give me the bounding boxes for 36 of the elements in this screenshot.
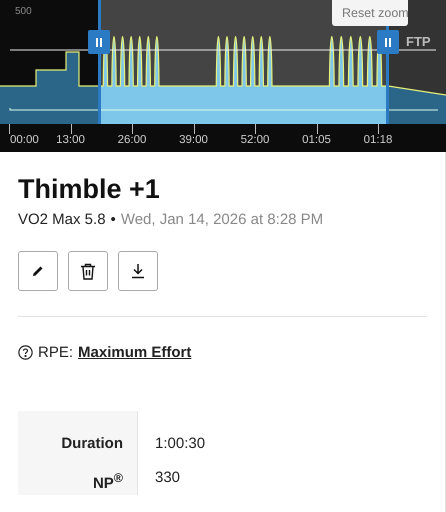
axis-label: 52:00 xyxy=(240,134,270,146)
rpe-label: RPE: xyxy=(38,344,74,361)
axis-label: 39:00 xyxy=(179,134,208,146)
axis-label: 01:05 xyxy=(302,134,331,146)
delete-button[interactable] xyxy=(68,251,108,291)
edit-button[interactable] xyxy=(18,251,58,291)
stat-label: Duration xyxy=(18,411,137,461)
stat-value: 1:00:30 xyxy=(137,411,427,461)
tick-mark xyxy=(316,124,318,134)
axis-label: 13:00 xyxy=(56,134,85,146)
pencil-icon xyxy=(31,264,45,278)
tick-mark xyxy=(132,124,134,134)
help-icon[interactable] xyxy=(18,345,33,360)
trash-icon xyxy=(80,262,96,280)
download-button[interactable] xyxy=(118,251,158,291)
workout-type: VO2 Max 5.8 xyxy=(18,211,106,228)
separator: • xyxy=(110,211,116,228)
axis-label: 00:00 xyxy=(10,134,39,146)
ftp-label: FTP xyxy=(406,34,431,49)
reset-zoom-button[interactable]: Reset zoom xyxy=(332,0,408,26)
stat-label: NP$^{®}$ xyxy=(18,461,137,495)
range-handle[interactable] xyxy=(88,30,110,54)
tick-mark xyxy=(194,124,196,134)
download-icon xyxy=(130,263,146,279)
workout-date: Wed, Jan 14, 2026 at 8:28 PM xyxy=(120,211,324,228)
axis-label: 01:18 xyxy=(364,134,392,146)
tick-mark xyxy=(9,124,11,134)
range-handle[interactable] xyxy=(377,30,399,54)
axis-label: 500 xyxy=(15,6,32,17)
workout-title: Thimble +1 xyxy=(18,174,161,205)
axis-label: 26:00 xyxy=(118,134,146,146)
stat-value: 330 xyxy=(137,461,427,495)
tick-mark xyxy=(70,124,72,134)
tick-mark xyxy=(255,124,257,134)
rpe-value-link[interactable]: Maximum Effort xyxy=(78,344,192,361)
tick-mark xyxy=(378,124,380,134)
